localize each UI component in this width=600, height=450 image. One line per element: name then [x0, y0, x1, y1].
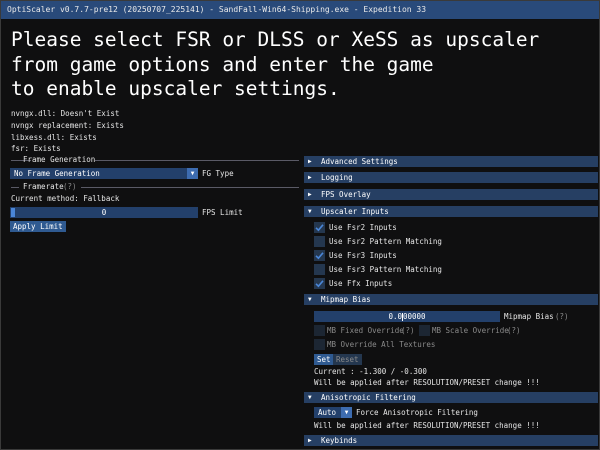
fps-overlay-label: FPS Overlay	[321, 190, 371, 199]
fps-limit-label: FPS Limit	[202, 208, 243, 217]
logging-header[interactable]: ▶ Logging	[304, 172, 598, 183]
fps-overlay-header[interactable]: ▶ FPS Overlay	[304, 189, 598, 200]
frame-generation-title: Frame Generation	[23, 155, 96, 164]
checkmark-icon	[315, 224, 324, 232]
headline-line-1: Please select FSR or DLSS or XeSS as ups…	[11, 28, 540, 51]
use-fsr2-inputs-checkbox[interactable]	[314, 222, 325, 233]
keybinds-header[interactable]: ▶ Keybinds	[304, 435, 598, 446]
dll-status-list: nvngx.dll: Doesn't Exist nvngx replaceme…	[11, 108, 124, 155]
mb-scale-override-label: MB Scale Override	[432, 326, 509, 335]
framerate-help[interactable]: (?)	[63, 182, 77, 192]
mipmap-bias-title: Mipmap Bias	[321, 295, 371, 304]
nvngx-replacement-status: nvngx replacement: Exists	[11, 120, 124, 130]
force-anisotropic-label: Force Anisotropic Filtering	[356, 408, 478, 417]
anisotropic-value: Auto	[318, 408, 337, 417]
anisotropic-combo[interactable]: Auto ▼	[314, 407, 352, 418]
use-ffx-inputs-label: Use Ffx Inputs	[329, 279, 393, 288]
use-fsr2-pattern-matching-label: Use Fsr2 Pattern Matching	[329, 237, 442, 246]
mb-override-all-textures-checkbox[interactable]	[314, 339, 325, 350]
mipmap-bias-value-int: 0.0	[388, 312, 402, 321]
logging-label: Logging	[321, 173, 353, 182]
fg-type-combo[interactable]: No Frame Generation ▼	[10, 168, 198, 179]
use-fsr3-inputs-checkbox[interactable]	[314, 250, 325, 261]
mipmap-reset-button[interactable]: Reset	[333, 354, 362, 365]
mipmap-apply-note: Will be applied after RESOLUTION/PRESET …	[314, 378, 540, 387]
nvngx-status: nvngx.dll: Doesn't Exist	[11, 109, 120, 118]
optiscaler-window: OptiScaler v0.7.7-pre12 (20250707_225141…	[0, 0, 600, 450]
framerate-title: Framerate	[23, 182, 64, 191]
libxess-status: libxess.dll: Exists	[11, 132, 97, 142]
use-fsr3-pattern-matching-checkbox[interactable]	[314, 264, 325, 275]
triangle-right-icon: ▶	[308, 437, 312, 444]
fsr-status: fsr: Exists	[11, 144, 61, 154]
checkmark-icon	[315, 252, 324, 260]
mb-override-all-textures-label: MB Override All Textures	[327, 340, 436, 349]
use-ffx-inputs-checkbox[interactable]	[314, 278, 325, 289]
mipmap-bias-help[interactable]: (?)	[555, 312, 569, 322]
window-title[interactable]: OptiScaler v0.7.7-pre12 (20250707_225141…	[1, 1, 599, 19]
frame-generation-separator-right	[95, 160, 299, 161]
mipmap-set-button[interactable]: Set	[314, 354, 334, 365]
triangle-down-icon: ▼	[308, 208, 312, 215]
mipmap-bias-value-frac: 00000	[402, 312, 426, 321]
framerate-separator-right	[81, 187, 299, 188]
checkmark-icon	[315, 280, 324, 288]
upscaler-inputs-header[interactable]: ▼ Upscaler Inputs	[304, 206, 598, 217]
mb-fixed-override-help[interactable]: (?)	[401, 326, 415, 336]
apply-limit-button[interactable]: Apply Limit	[10, 221, 66, 232]
framerate-method: Current method: Fallback	[11, 194, 120, 203]
use-fsr3-inputs-label: Use Fsr3 Inputs	[329, 251, 397, 260]
mb-fixed-override-label: MB Fixed Override	[327, 326, 404, 335]
upscaler-inputs-label: Upscaler Inputs	[321, 207, 389, 216]
mipmap-bias-input[interactable]: 0.000000	[314, 311, 500, 322]
mipmap-bias-label: Mipmap Bias	[504, 312, 554, 321]
framerate-separator-left	[11, 187, 19, 188]
mb-fixed-override-checkbox[interactable]	[314, 325, 325, 336]
mipmap-bias-header[interactable]: ▼ Mipmap Bias	[304, 294, 598, 305]
anisotropic-apply-note: Will be applied after RESOLUTION/PRESET …	[314, 421, 540, 430]
headline: Please select FSR or DLSS or XeSS as ups…	[11, 28, 591, 102]
use-fsr3-pattern-matching-label: Use Fsr3 Pattern Matching	[329, 265, 442, 274]
fps-limit-slider[interactable]: 0	[10, 207, 198, 218]
triangle-down-icon: ▼	[308, 394, 312, 401]
chevron-down-icon[interactable]: ▼	[341, 407, 352, 418]
fps-limit-value: 0	[101, 208, 107, 217]
fg-type-value: No Frame Generation	[14, 169, 100, 178]
triangle-right-icon: ▶	[308, 174, 312, 181]
mb-scale-override-checkbox[interactable]	[419, 325, 430, 336]
chevron-down-icon[interactable]: ▼	[187, 168, 198, 179]
headline-line-2: from game options and enter the game	[11, 52, 434, 76]
advanced-settings-label: Advanced Settings	[321, 157, 398, 166]
anisotropic-filtering-title: Anisotropic Filtering	[321, 393, 416, 402]
triangle-down-icon: ▼	[308, 296, 312, 303]
keybinds-label: Keybinds	[321, 436, 358, 445]
mipmap-bias-value: 0.000000	[314, 311, 500, 322]
triangle-right-icon: ▶	[308, 191, 312, 198]
fg-type-label: FG Type	[202, 169, 234, 178]
triangle-right-icon: ▶	[308, 158, 312, 165]
advanced-settings-header[interactable]: ▶ Advanced Settings	[304, 156, 598, 167]
use-fsr2-pattern-matching-checkbox[interactable]	[314, 236, 325, 247]
mb-scale-override-help[interactable]: (?)	[507, 326, 521, 336]
mipmap-current-value: Current : -1.300 / -0.300	[314, 367, 427, 376]
headline-line-3: to enable upscaler settings.	[11, 77, 340, 100]
use-fsr2-inputs-label: Use Fsr2 Inputs	[329, 223, 397, 232]
anisotropic-filtering-header[interactable]: ▼ Anisotropic Filtering	[304, 392, 598, 403]
